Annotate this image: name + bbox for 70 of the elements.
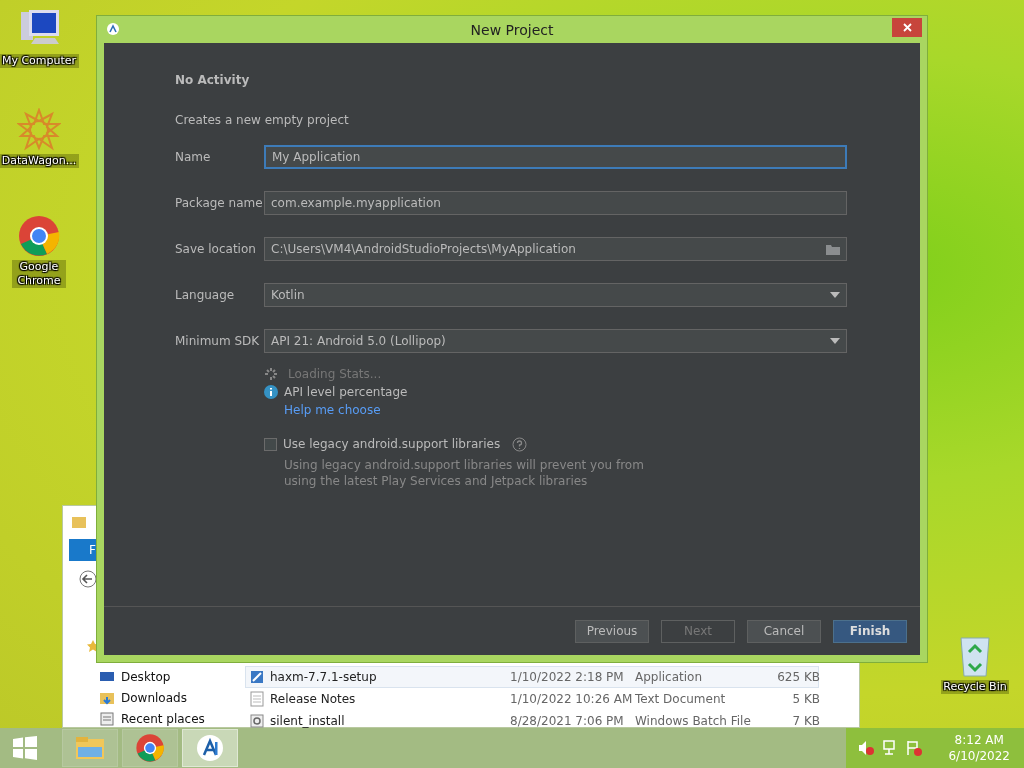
file-date: 1/10/2022 2:18 PM: [510, 670, 625, 684]
file-row[interactable]: silent_install 8/28/2021 7:06 PM Windows Batch File 7 KB: [245, 710, 819, 732]
close-button[interactable]: [892, 18, 922, 37]
file-type: Text Document: [635, 692, 727, 706]
help-icon[interactable]: [512, 436, 528, 452]
input-field[interactable]: com.example.myapplication: [264, 191, 847, 215]
window-title: New Project: [470, 21, 554, 38]
desktop-icon-label[interactable]: My Computer: [0, 54, 79, 68]
field-label: Language: [175, 288, 236, 302]
field-label: Name: [175, 150, 212, 164]
installer-icon: [250, 670, 264, 684]
gear-icon: [250, 714, 264, 728]
caret-icon[interactable]: [830, 292, 840, 298]
nav-item[interactable]: Recent places: [121, 711, 205, 726]
field-label: Package name: [175, 196, 264, 210]
field-label: Minimum SDK: [175, 334, 261, 348]
dialog-button[interactable]: Cancel: [747, 619, 821, 643]
loading-text: Loading Stats...: [288, 367, 382, 381]
file-date: 1/10/2022 10:26 AM: [510, 692, 634, 706]
dialog-button[interactable]: Finish: [833, 619, 907, 643]
desktop-icon-label[interactable]: Google Chrome: [12, 260, 66, 288]
template-heading: No Activity: [175, 73, 251, 87]
input-field[interactable]: C:\Users\VM4\AndroidStudioProjects\MyApplication: [264, 237, 847, 261]
browser-icon: [17, 214, 61, 258]
checkbox[interactable]: [264, 437, 277, 451]
file-name: Release Notes: [270, 692, 357, 706]
file-type: Application: [635, 670, 704, 684]
file-size: 7 KB: [791, 714, 820, 728]
ribbon-tab[interactable]: F: [69, 539, 98, 561]
browser-icon: [135, 733, 165, 763]
nav-item[interactable]: Downloads: [121, 690, 187, 705]
file-size: 625 KB: [776, 670, 820, 684]
file-row[interactable]: Release Notes 1/10/2022 10:26 AM Text Document 5 KB: [245, 688, 819, 710]
file-date: 8/28/2021 7:06 PM: [510, 714, 625, 728]
monitor-icon: [99, 669, 115, 684]
file-name: silent_install: [270, 714, 346, 728]
studio-icon: [196, 734, 224, 762]
file-row[interactable]: haxm-7.7.1-setup 1/10/2022 2:18 PM Application 625 KB: [245, 666, 819, 688]
dropdown-field[interactable]: Kotlin: [264, 283, 847, 307]
folder-icon[interactable]: [826, 243, 840, 255]
app-icon: [107, 23, 119, 35]
dialog-button[interactable]: Previous: [575, 619, 649, 643]
desktop-icon-label[interactable]: Recycle Bin: [941, 680, 1009, 694]
dropdown-field[interactable]: API 21: Android 5.0 (Lollipop): [264, 329, 847, 353]
file-name: haxm-7.7.1-setup: [270, 670, 378, 684]
caret-icon[interactable]: [830, 338, 840, 344]
document-icon: [99, 710, 115, 727]
nav-item[interactable]: Desktop: [121, 669, 171, 684]
file-size: 5 KB: [791, 692, 820, 706]
spinner-icon: [264, 367, 278, 381]
checkbox-label[interactable]: Use legacy android.support libraries: [283, 437, 501, 451]
input-field[interactable]: My Application: [264, 145, 847, 169]
desktop-icon-label[interactable]: DataWagon...: [0, 154, 79, 168]
folder-icon: [75, 735, 105, 761]
folder-icon: [71, 514, 87, 530]
back-icon[interactable]: [79, 570, 97, 588]
document-icon: [250, 691, 264, 707]
help-link[interactable]: Help me choose: [284, 403, 381, 417]
file-type: Windows Batch File: [635, 714, 752, 728]
info-text: API level percentage: [284, 385, 408, 399]
flag-icon[interactable]: [906, 740, 923, 756]
template-description: Creates a new empty project: [175, 113, 350, 127]
speaker-muted-icon[interactable]: [858, 740, 875, 756]
info-icon: [264, 385, 278, 399]
taskbar-app[interactable]: [182, 729, 238, 767]
close-icon: [902, 23, 912, 32]
star-icon: [17, 108, 61, 152]
field-label: Save location: [175, 242, 257, 256]
hint-text: Using legacy android.support libraries will prevent you from using the latest Play Services and Jetpack libraries: [284, 457, 645, 489]
windows-icon: [13, 736, 37, 760]
